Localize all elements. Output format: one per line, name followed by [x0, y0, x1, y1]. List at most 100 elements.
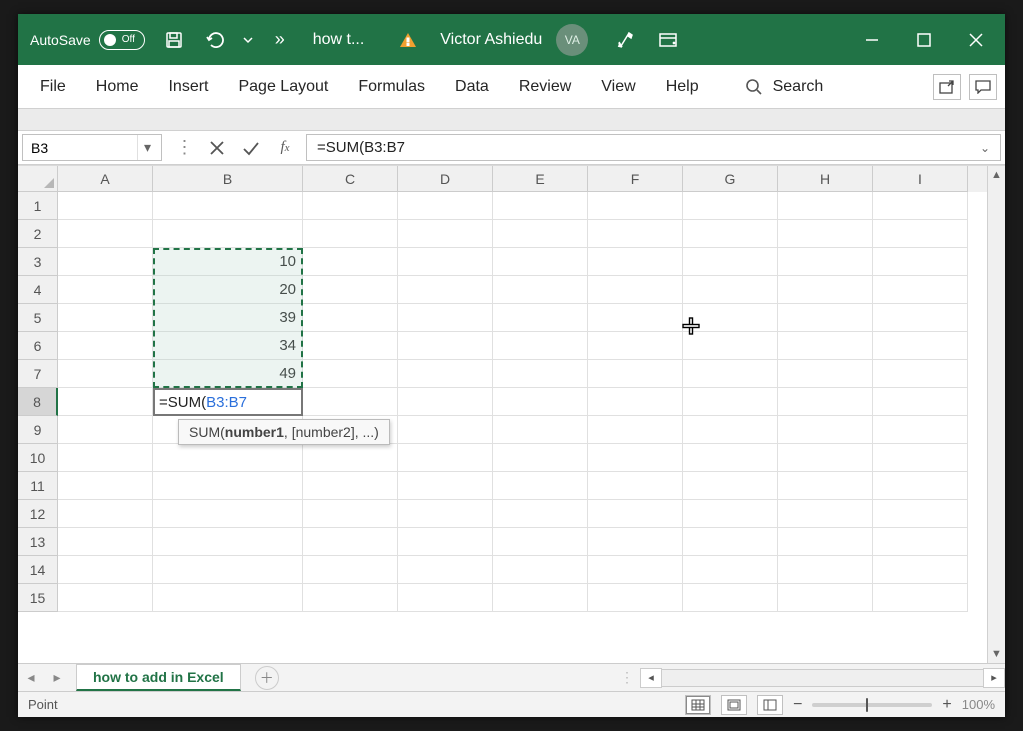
cell[interactable]	[588, 192, 683, 220]
row-header[interactable]: 4	[18, 276, 58, 304]
tab-data[interactable]: Data	[441, 68, 503, 106]
maximize-button[interactable]	[901, 14, 947, 65]
new-sheet-button[interactable]: ＋	[255, 666, 279, 690]
autosave-switch[interactable]: Off	[99, 30, 145, 50]
cell[interactable]	[303, 360, 398, 388]
cell[interactable]	[778, 556, 873, 584]
cell[interactable]	[588, 556, 683, 584]
col-header-F[interactable]: F	[588, 166, 683, 192]
undo-dropdown[interactable]	[239, 23, 257, 57]
cell[interactable]	[58, 472, 153, 500]
cell[interactable]	[778, 304, 873, 332]
cell[interactable]	[398, 528, 493, 556]
cell[interactable]	[588, 444, 683, 472]
cell[interactable]	[588, 584, 683, 612]
name-box[interactable]: B3 ▾	[22, 134, 162, 161]
cell[interactable]	[683, 220, 778, 248]
cell[interactable]	[153, 192, 303, 220]
cell[interactable]	[493, 500, 588, 528]
cell[interactable]	[588, 500, 683, 528]
tab-file[interactable]: File	[26, 68, 80, 106]
horizontal-scrollbar[interactable]: ◂ ▸	[640, 664, 1005, 691]
autosave-toggle[interactable]: AutoSave Off	[30, 30, 145, 50]
row-header[interactable]: 12	[18, 500, 58, 528]
cell[interactable]	[683, 416, 778, 444]
cell[interactable]	[683, 388, 778, 416]
tab-help[interactable]: Help	[652, 68, 713, 106]
active-cell-editor[interactable]: =SUM(B3:B7	[153, 388, 303, 416]
cell[interactable]	[58, 360, 153, 388]
cell[interactable]: 39	[153, 304, 303, 332]
cell[interactable]	[398, 444, 493, 472]
cell[interactable]	[303, 584, 398, 612]
tell-me-search[interactable]: Search	[735, 72, 834, 102]
cell[interactable]	[873, 388, 968, 416]
cell[interactable]	[778, 248, 873, 276]
hscroll-track[interactable]	[662, 669, 983, 687]
save-button[interactable]	[157, 23, 191, 57]
cell[interactable]: 10	[153, 248, 303, 276]
cell[interactable]	[493, 416, 588, 444]
cell[interactable]	[58, 332, 153, 360]
cell[interactable]	[873, 444, 968, 472]
cell[interactable]	[778, 360, 873, 388]
cell[interactable]	[398, 556, 493, 584]
cell[interactable]	[873, 472, 968, 500]
cell[interactable]	[398, 220, 493, 248]
cell[interactable]	[778, 528, 873, 556]
cell[interactable]	[683, 472, 778, 500]
cell[interactable]	[303, 528, 398, 556]
tab-formulas[interactable]: Formulas	[344, 68, 439, 106]
minimize-button[interactable]	[849, 14, 895, 65]
cell[interactable]	[493, 276, 588, 304]
cell[interactable]	[153, 220, 303, 248]
cell[interactable]	[303, 388, 398, 416]
cell[interactable]	[873, 304, 968, 332]
cell[interactable]	[153, 444, 303, 472]
cell[interactable]	[398, 332, 493, 360]
zoom-thumb[interactable]	[866, 698, 868, 712]
cell[interactable]	[873, 220, 968, 248]
vscroll-track[interactable]	[988, 184, 1005, 645]
cell[interactable]	[873, 556, 968, 584]
cell[interactable]	[398, 500, 493, 528]
cell[interactable]	[588, 528, 683, 556]
cell[interactable]	[58, 192, 153, 220]
view-page-layout-button[interactable]	[721, 695, 747, 715]
cell[interactable]	[153, 556, 303, 584]
grid[interactable]: A B C D E F G H I 1231042053963474989101…	[18, 166, 987, 663]
cell[interactable]	[588, 276, 683, 304]
avatar[interactable]: VA	[556, 24, 588, 56]
cell[interactable]	[398, 416, 493, 444]
cell[interactable]	[153, 528, 303, 556]
coming-soon-button[interactable]	[608, 23, 644, 57]
scroll-right-button[interactable]: ▸	[983, 668, 1005, 688]
view-normal-button[interactable]	[685, 695, 711, 715]
cell[interactable]	[683, 584, 778, 612]
cell[interactable]	[493, 332, 588, 360]
insert-function-button[interactable]: fx	[268, 131, 302, 164]
cell[interactable]	[588, 472, 683, 500]
cell[interactable]	[778, 472, 873, 500]
tab-insert[interactable]: Insert	[154, 68, 222, 106]
undo-button[interactable]	[197, 23, 233, 57]
cell[interactable]	[58, 304, 153, 332]
cell[interactable]	[58, 528, 153, 556]
cell[interactable]	[58, 276, 153, 304]
select-all-button[interactable]	[18, 166, 58, 192]
cell[interactable]	[303, 248, 398, 276]
cell[interactable]	[58, 584, 153, 612]
cell[interactable]	[493, 584, 588, 612]
cell[interactable]	[398, 584, 493, 612]
row-header[interactable]: 15	[18, 584, 58, 612]
zoom-slider[interactable]	[812, 703, 932, 707]
cell[interactable]	[873, 528, 968, 556]
cell[interactable]	[683, 360, 778, 388]
cell[interactable]	[153, 472, 303, 500]
cell[interactable]	[588, 220, 683, 248]
view-page-break-button[interactable]	[757, 695, 783, 715]
cell[interactable]	[683, 332, 778, 360]
cell[interactable]	[153, 500, 303, 528]
cell[interactable]	[493, 528, 588, 556]
col-header-G[interactable]: G	[683, 166, 778, 192]
